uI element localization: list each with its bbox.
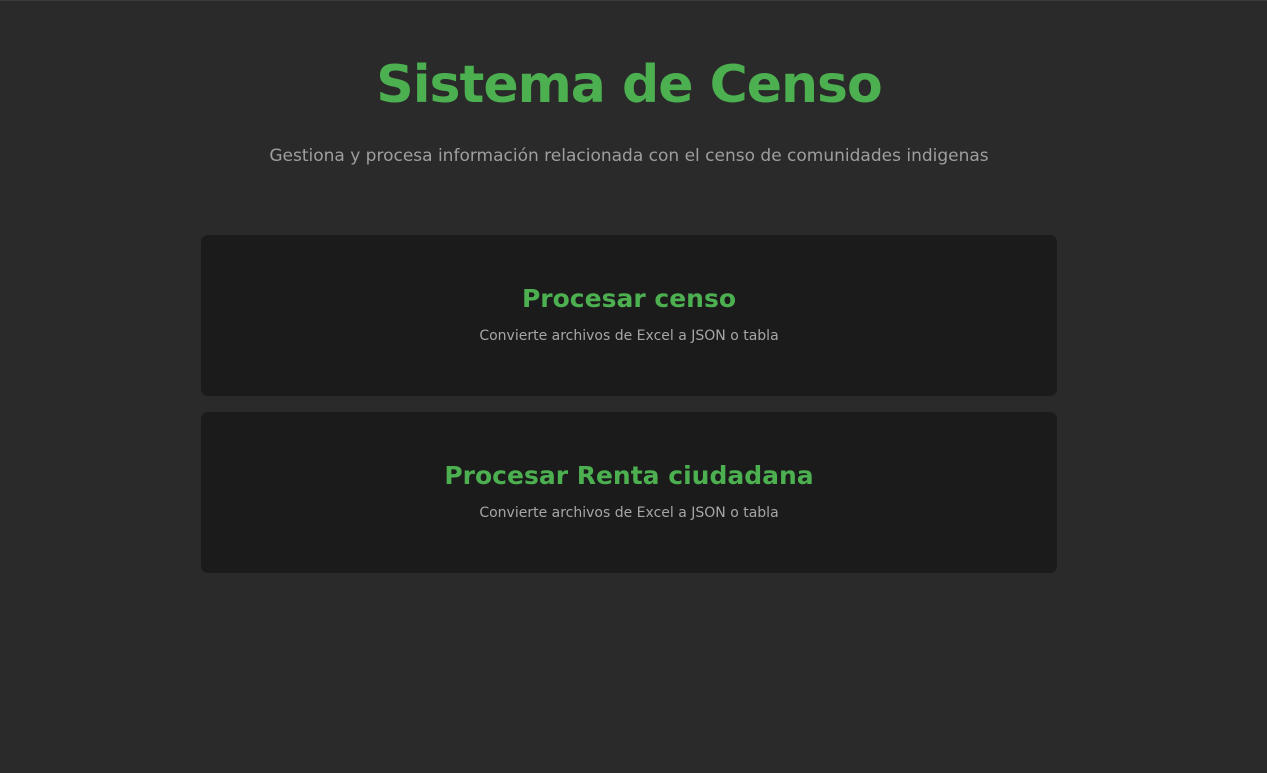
page-subtitle: Gestiona y procesa información relaciona… (269, 146, 989, 166)
process-census-card-description: Convierte archivos de Excel a JSON o tab… (479, 328, 779, 344)
process-census-card-title: Procesar censo (521, 284, 736, 313)
process-citizen-income-card-description: Convierte archivos de Excel a JSON o tab… (479, 505, 779, 521)
process-citizen-income-card[interactable]: Procesar Renta ciudadana Convierte archi… (201, 412, 1057, 573)
process-census-card[interactable]: Procesar censo Convierte archivos de Exc… (201, 235, 1057, 396)
process-citizen-income-card-title: Procesar Renta ciudadana (444, 461, 814, 490)
page-container: Sistema de Censo Gestiona y procesa info… (0, 0, 1267, 773)
page-title: Sistema de Censo (376, 55, 882, 115)
